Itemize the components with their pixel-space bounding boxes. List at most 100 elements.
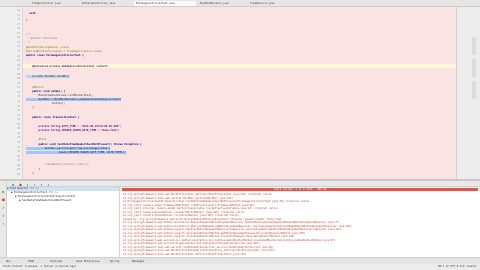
rerun-icon[interactable]: ▶ — [1, 189, 6, 194]
line-number: 43 — [17, 140, 20, 144]
line-number: 35 — [17, 104, 20, 108]
sort-icon[interactable]: ↕ — [1, 213, 6, 218]
line-number: 39 — [17, 122, 20, 126]
code-line: public class ExchangeControllerTest { — [26, 54, 84, 57]
line-number: 31 — [17, 86, 20, 90]
editor-tab-bar: TradeController.java WithdrawController.… — [0, 0, 480, 7]
line-number: 46 — [17, 154, 20, 158]
run-toolbar: ▶ ■ ✓ ↕ ⇪ — [0, 181, 7, 257]
next-icon[interactable]: ↓ — [46, 182, 51, 187]
line-number: 34 — [17, 100, 20, 103]
tree-label: ExchangeControllerTest$TransactionTest — [18, 195, 76, 198]
code-line: } — [26, 172, 34, 175]
code-text: private MockMvc mockMvc; — [26, 75, 70, 78]
code-line: * @author Exercises — [26, 37, 58, 40]
expand-icon[interactable]: ⇕ — [25, 182, 30, 187]
line-number: 38 — [17, 118, 20, 122]
run-icon[interactable]: ▶ — [11, 182, 16, 187]
editor-tab[interactable]: TradeController.java — [30, 1, 78, 6]
maven-tool-tab[interactable] — [472, 37, 476, 55]
tree-time: 163 ms — [29, 187, 39, 190]
console-output[interactable]: at org.springframework.mock.web.MockFilt… — [120, 192, 480, 257]
code-line: public void testDateTimeHeaderCheckNotPr… — [26, 143, 142, 146]
line-number: 24 — [17, 54, 20, 58]
line-number: 20 — [17, 36, 20, 40]
code-line: */ — [26, 41, 31, 44]
code-line: .header(HEADER_PARAM_DATE_TIME, DATE_TIM… — [26, 151, 126, 154]
line-number: 32 — [17, 90, 20, 94]
line-number: 27 — [17, 68, 20, 72]
toggle-passed-icon[interactable]: ✓ — [1, 205, 6, 210]
code-line: } — [26, 106, 34, 109]
bean-validation-tool-tab[interactable] — [472, 81, 476, 99]
stop-icon[interactable]: ■ — [1, 197, 6, 202]
code-editor[interactable]: void } /** * @author Exercises */ @RunWi… — [23, 7, 456, 179]
status-message: Tests Failed: 0 passed, 1 failed (a minu… — [3, 265, 77, 268]
run-tool-window: ▶ ■ ✓ ↕ ⇪ ▶ ● ⇕ ⇳ ↑ ↓ ● Test Results 163… — [0, 181, 480, 257]
tree-time: 163 ms — [48, 191, 58, 194]
line-number: 16 — [17, 18, 20, 22]
line-number: 45 — [17, 150, 20, 154]
code-line: @Before — [26, 86, 44, 89]
code-line: @Autowired private WebApplicationContext… — [26, 65, 109, 68]
line-number: 44 — [17, 145, 20, 149]
line-number: 15 — [17, 13, 20, 17]
line-number-gutter: 14 15 16 17 18 19 20 21 22 23 24 25 26 27 28 29 30 31 32 33… — [0, 7, 23, 179]
editor-tab-active[interactable]: ExchangeControllerTest.java — [134, 1, 196, 6]
export-icon[interactable]: ⇪ — [1, 221, 6, 226]
code-text: private String HEADER_PARAM_DATE_TIME = … — [26, 129, 120, 132]
editor-tab[interactable]: WithdrawController.java — [80, 1, 132, 6]
code-text: mockMvc = MockMvcBuilders.webAppContextS… — [26, 98, 122, 101]
code-line: MockitoAnnotations.initMocks(this); — [26, 94, 94, 97]
code-line: /** — [26, 33, 31, 36]
status-info: 38:1 LF UTF-8 Git: master — [437, 265, 477, 268]
line-number: 48 — [17, 163, 20, 167]
collapse-icon[interactable]: ⇳ — [32, 182, 37, 187]
code-line: void — [26, 12, 36, 15]
line-number: 49 — [17, 168, 20, 172]
fail-icon: ● — [7, 187, 9, 190]
editor-tab[interactable]: MockMvcBuilders.java — [198, 1, 246, 6]
editor-tab[interactable]: TradeService.java — [248, 1, 292, 6]
test-results-tree: ● Test Results 163 ms ● ExchangeControll… — [7, 187, 120, 257]
code-line: private String DATE_TIME = "2015-05-15T1… — [26, 125, 121, 128]
tree-label: testDateTimeHeaderCheckNotPresent — [22, 199, 72, 202]
line-number: 25 — [17, 59, 20, 63]
debug-icon[interactable]: ● — [18, 182, 23, 187]
status-bar: Tests Failed: 0 passed, 1 failed (a minu… — [0, 264, 480, 270]
code-line: @SpringBootTest(classes = TradeApplicati… — [26, 50, 103, 53]
fail-icon: ● — [19, 199, 21, 202]
code-line: @RunWith(SpringRunner.class) — [26, 46, 70, 49]
code-line: //andExpect(status().isOk()); — [26, 163, 91, 166]
code-line: private MockMvc mockMvc; — [26, 75, 70, 78]
line-number: 42 — [17, 136, 20, 140]
code-line: .build(); — [26, 102, 66, 105]
line-number: 41 — [17, 131, 20, 135]
code-line: public class TransactionTest { — [26, 116, 80, 119]
line-number: 50 — [17, 172, 20, 176]
code-text: @Autowired private WebApplicationContext… — [26, 65, 109, 68]
tree-label: Test Results — [10, 187, 29, 190]
code-text: mockMvc.perform(get("/api/exchange/rates… — [26, 147, 111, 150]
code-line: mockMvc.perform(get("/api/exchange/rates… — [26, 147, 111, 150]
line-number: 18 — [17, 27, 20, 31]
console-line: at org.springframework.mock.web.MockFilt… — [123, 252, 247, 256]
previous-icon[interactable]: ↑ — [39, 182, 44, 187]
tree-label: ExchangeControllerTest — [14, 191, 48, 194]
right-tool-strip — [456, 7, 480, 179]
database-tool-tab[interactable] — [472, 59, 476, 77]
code-line: @Test — [26, 138, 47, 141]
code-text: .header(HEADER_PARAM_DATE_TIME, DATE_TIM… — [26, 151, 126, 154]
line-number: 40 — [17, 127, 20, 131]
code-line: public void setUp() { — [26, 90, 66, 93]
line-number: 33 — [17, 95, 20, 99]
code-line: mockMvc = MockMvcBuilders.webAppContextS… — [26, 98, 122, 101]
tree-row-test[interactable]: ● testDateTimeHeaderCheckNotPresent — [19, 199, 72, 203]
line-number: 28 — [17, 72, 20, 76]
line-number: 37 — [17, 113, 20, 117]
line-number: 29 — [17, 77, 20, 81]
line-number: 23 — [17, 49, 20, 53]
tool-window-bar: Run TODO Terminal Java Enterprise Spring… — [0, 257, 480, 264]
line-number: 30 — [17, 81, 20, 85]
line-number: 19 — [17, 31, 20, 35]
